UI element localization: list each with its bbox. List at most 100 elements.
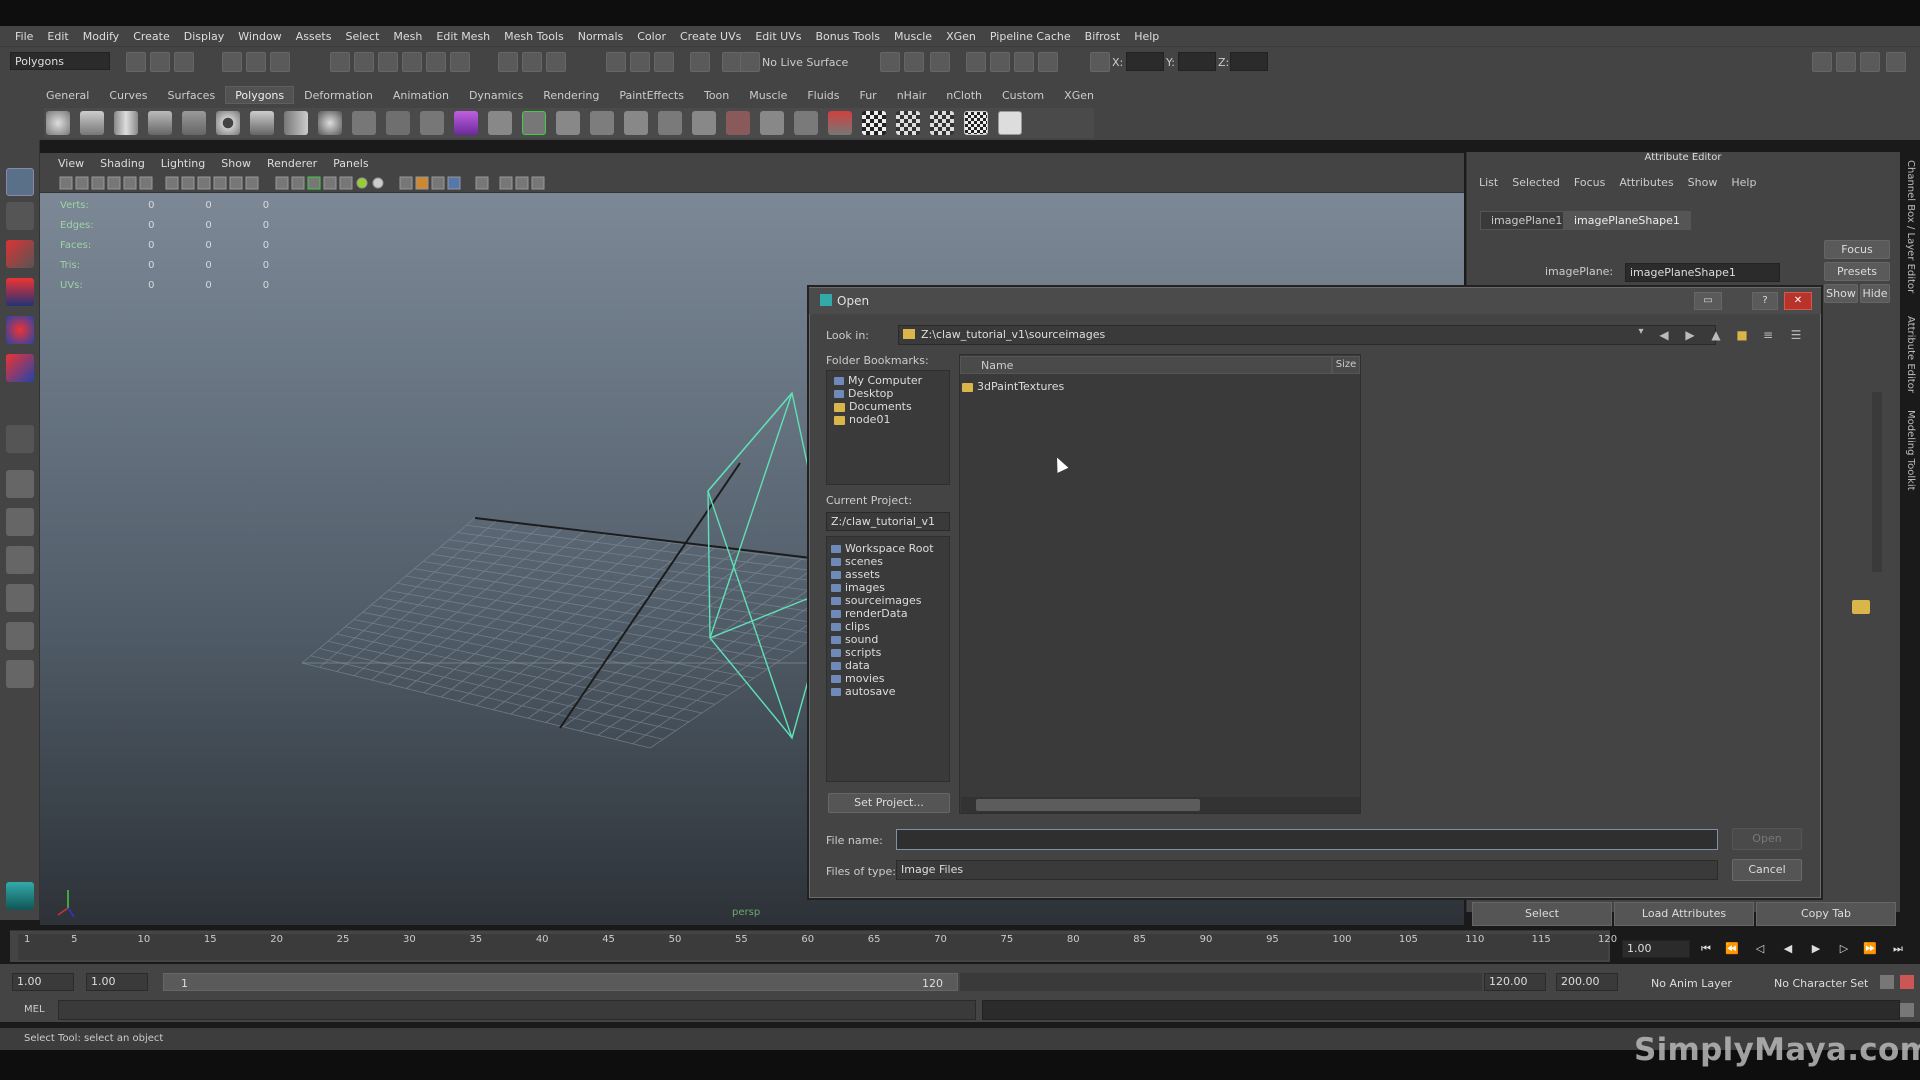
project-folder-item[interactable]: sound [831,633,878,646]
show-button[interactable]: Show [1824,284,1858,303]
detail-view-icon[interactable]: ☰ [1788,327,1804,343]
transform-input-icon[interactable] [1090,52,1110,72]
play-forward-icon[interactable]: ▶ [1808,942,1824,956]
paint-icon[interactable] [930,52,950,72]
snap-plane-icon[interactable] [402,52,422,72]
insert-edge-loop-icon[interactable] [692,111,716,135]
shelf-tab-fluids[interactable]: Fluids [797,86,849,104]
render-frame-icon[interactable] [630,52,650,72]
extrude-icon[interactable] [556,111,580,135]
hscroll-thumb[interactable] [976,799,1200,811]
back-icon[interactable]: ◀ [1656,327,1672,343]
render-settings-icon[interactable] [690,52,710,72]
mel-input[interactable] [58,1000,976,1020]
list-view-icon[interactable]: ≡ [1760,327,1776,343]
anim-layer-select[interactable]: No Anim Layer [1651,977,1732,990]
shelf-tab-nhair[interactable]: nHair [887,86,937,104]
poly-soccer-icon[interactable] [318,111,342,135]
ae-menu-focus[interactable]: Focus [1567,176,1612,189]
menu-assets[interactable]: Assets [289,30,339,43]
select-tool-icon[interactable] [6,168,34,196]
history-icon[interactable] [450,52,470,72]
cancel-button[interactable]: Cancel [1732,859,1802,881]
menu-window[interactable]: Window [231,30,288,43]
layout-hypershade-icon[interactable] [6,622,34,650]
snap-curve-icon[interactable] [354,52,374,72]
uv-checker-icon[interactable] [862,111,886,135]
character-set-select[interactable]: No Character Set [1774,977,1868,990]
snap-grid-icon[interactable] [330,52,350,72]
menu-modify[interactable]: Modify [76,30,126,43]
animation-end-field[interactable]: 200.00 [1556,973,1618,991]
close-icon[interactable]: ✕ [1784,292,1812,310]
menu-mesh[interactable]: Mesh [386,30,429,43]
merge-icon[interactable] [794,111,818,135]
hide-button[interactable]: Hide [1860,284,1890,303]
tool-settings-icon[interactable] [1886,52,1906,72]
mel-label[interactable]: MEL [24,1004,45,1015]
playback-start-field[interactable]: 1.00 [86,973,148,991]
load-attributes-button[interactable]: Load Attributes [1614,902,1754,926]
project-folder-item[interactable]: renderData [831,607,908,620]
menu-color[interactable]: Color [630,30,673,43]
poly-cube-icon[interactable] [80,111,104,135]
bookmark-item[interactable]: Documents [834,400,912,413]
playback-end-field[interactable]: 120.00 [1484,973,1546,991]
menu-bonus-tools[interactable]: Bonus Tools [808,30,887,43]
panel-toggle-icon[interactable] [1812,52,1832,72]
script-editor-icon[interactable] [1900,1003,1914,1017]
focus-button[interactable]: Focus [1824,240,1890,259]
chevron-down-icon[interactable]: ▾ [1634,326,1648,344]
current-project-combo[interactable]: Z:/claw_tutorial_v1 [826,512,950,531]
key-icon[interactable] [1880,975,1894,989]
smooth-icon[interactable] [454,111,478,135]
tab-imageplane1[interactable]: imagePlane1 [1480,211,1574,230]
ae-menu-attributes[interactable]: Attributes [1612,176,1680,189]
append-polygon-icon[interactable] [624,111,648,135]
project-folder-item[interactable]: clips [831,620,870,633]
select-hierarchy-icon[interactable] [222,52,242,72]
files-of-type-combo[interactable]: Image Files [896,860,1718,880]
viewport-menu-show[interactable]: Show [213,157,259,170]
channel-box-icon[interactable] [1860,52,1880,72]
menu-edit[interactable]: Edit [40,30,75,43]
render-ipr-icon[interactable] [990,52,1010,72]
menu-select[interactable]: Select [338,30,386,43]
mudbox-icon[interactable] [6,882,34,910]
viewport-menu-panels[interactable]: Panels [325,157,376,170]
poly-plane-icon[interactable] [182,111,206,135]
menu-pipeline-cache[interactable]: Pipeline Cache [983,30,1078,43]
render-current-icon[interactable] [966,52,986,72]
layout-single-icon[interactable] [6,470,34,498]
menu-create[interactable]: Create [126,30,177,43]
move-tool-icon[interactable] [6,278,34,306]
current-frame-field[interactable]: 1.00 [1622,940,1690,958]
separate-icon[interactable] [386,111,410,135]
step-back-frame-icon[interactable]: ◁ [1752,942,1768,956]
shelf-tab-fur[interactable]: Fur [849,86,886,104]
poly-cone-icon[interactable] [148,111,172,135]
ae-menu-show[interactable]: Show [1681,176,1725,189]
menu-mesh-tools[interactable]: Mesh Tools [497,30,571,43]
viewport-menu-view[interactable]: View [50,157,92,170]
modeling-toolkit-side-tab[interactable]: Modeling Toolkit [1902,410,1916,510]
bool-union-icon[interactable] [488,111,512,135]
menu-edit-mesh[interactable]: Edit Mesh [429,30,497,43]
open-button[interactable]: Open [1732,828,1802,850]
project-folder-item[interactable]: images [831,581,885,594]
panel-toggle-alt-icon[interactable] [1836,52,1856,72]
poly-cylinder-icon[interactable] [114,111,138,135]
triangulate-icon[interactable] [828,111,852,135]
viewport-menu-lighting[interactable]: Lighting [153,157,213,170]
project-folder-item[interactable]: sourceimages [831,594,922,607]
shelf-tab-ncloth[interactable]: nCloth [936,86,992,104]
go-to-end-icon[interactable]: ⏭ [1890,942,1906,956]
offset-edge-loop-icon[interactable] [726,111,750,135]
go-to-start-icon[interactable]: ⏮ [1698,942,1714,956]
poly-pipe-icon[interactable] [284,111,308,135]
new-scene-icon[interactable] [126,52,146,72]
column-header-name[interactable]: Name [960,356,1332,374]
uv-planar-icon[interactable] [896,111,920,135]
x-field[interactable] [1126,52,1164,71]
input-ops-icon[interactable] [522,52,542,72]
